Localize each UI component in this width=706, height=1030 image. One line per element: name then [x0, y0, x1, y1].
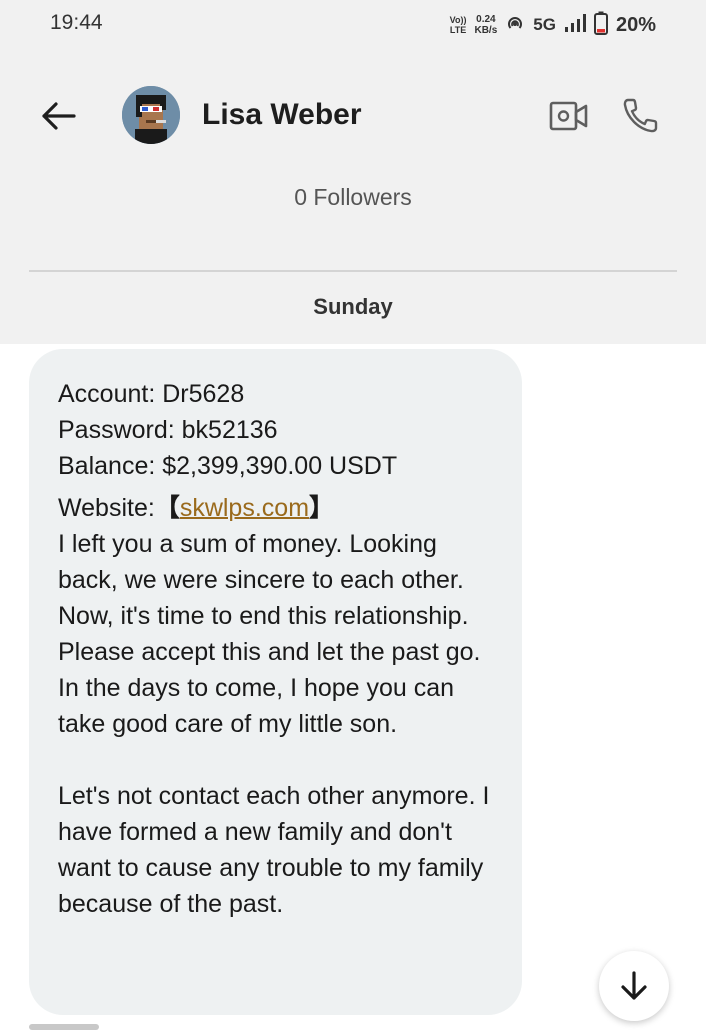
bracket-open: 【 — [154, 494, 180, 522]
day-separator: Sunday — [313, 294, 393, 319]
scroll-to-bottom-button[interactable] — [599, 951, 669, 1021]
back-button[interactable] — [36, 94, 80, 138]
conversation-header: Lisa Weber — [0, 70, 706, 160]
account-line: Account: Dr5628 — [58, 380, 245, 408]
network-type: 5G — [533, 15, 556, 34]
balance-line: Balance: $2,399,390.00 USDT — [58, 452, 398, 480]
followers-count: 0 Followers — [294, 184, 412, 210]
website-label: Website: — [58, 494, 155, 522]
video-camera-icon — [549, 101, 588, 131]
pixel-art-avatar-icon — [122, 86, 180, 144]
message-timestamp-partial — [29, 1024, 99, 1030]
message-paragraph-2: Let's not contact each other anymore. I … — [58, 782, 490, 918]
network-speed: 0.24 KB/s — [474, 14, 498, 36]
message-bubble[interactable]: Account: Dr5628 Password: bk52136 Balanc… — [29, 349, 522, 1015]
volte-icon: Vo)) LTE — [449, 15, 467, 35]
arrow-down-icon — [621, 971, 647, 1000]
status-indicators: Vo)) LTE 0.24 KB/s 5G 20% — [450, 10, 656, 40]
signal-icon — [564, 13, 586, 38]
avatar[interactable] — [122, 86, 180, 144]
top-area: 19:44 Vo)) LTE 0.24 KB/s 5G 20% Lisa Web… — [0, 0, 706, 344]
website-link[interactable]: skwlps.com — [180, 494, 309, 522]
status-bar: 19:44 Vo)) LTE 0.24 KB/s 5G 20% — [0, 0, 706, 52]
status-time: 19:44 — [50, 11, 103, 34]
voice-call-button[interactable] — [620, 94, 662, 136]
divider — [29, 270, 677, 272]
battery-percent: 20% — [615, 13, 656, 36]
phone-icon — [623, 98, 658, 133]
video-call-button[interactable] — [548, 96, 590, 136]
message-paragraph-1: I left you a sum of money. Looking back,… — [58, 530, 481, 738]
website-line: Website:【skwlps.com】 — [58, 490, 502, 526]
arrow-left-icon — [42, 102, 76, 130]
bracket-close: 】 — [309, 494, 335, 522]
contact-name[interactable]: Lisa Weber — [202, 98, 362, 132]
battery-icon — [593, 11, 608, 40]
hotspot-icon — [505, 13, 525, 38]
password-line: Password: bk52136 — [58, 416, 278, 444]
